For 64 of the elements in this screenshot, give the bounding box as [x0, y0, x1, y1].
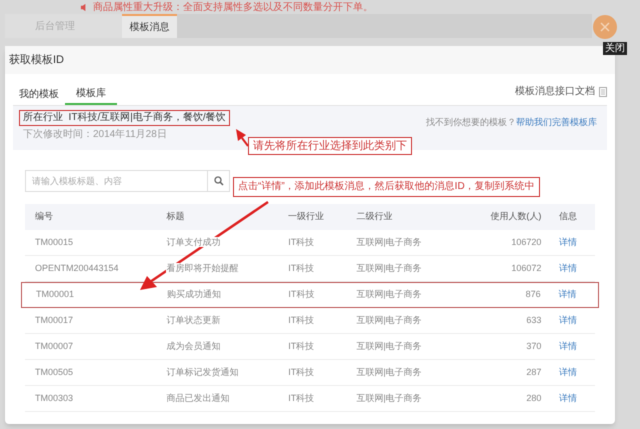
table-cell-text: IT科技 [288, 392, 316, 405]
doc-link[interactable]: 模板消息接口文档 [515, 84, 595, 99]
column-header: 一级行业 [288, 210, 326, 224]
table-cell-text: TM00505 [34, 366, 74, 379]
table-cell-text: IT科技 [288, 340, 316, 353]
table-cell-text: 互联网|电子商务 [356, 262, 423, 275]
table-cell-text: 876 [524, 288, 541, 302]
table-cell: 购买成功通知 [167, 289, 224, 300]
table-cell-text: 互联网|电子商务 [356, 366, 423, 379]
search-button[interactable] [208, 170, 230, 192]
column-header: 标题 [166, 210, 186, 224]
table-cell-text: IT科技 [288, 236, 316, 249]
details-link[interactable]: 详情 [541, 392, 595, 406]
help-text: 找不到你想要的模板？ [426, 116, 516, 129]
next-change-text: 下次修改时间：2014年11月28日 [23, 128, 167, 142]
details-link[interactable]: 详情 [541, 366, 595, 380]
table-cell-text: 280 [525, 392, 542, 405]
table-cell-text: IT科技 [288, 288, 316, 302]
table-cell: 订单状态更新 [166, 314, 222, 325]
table-cell-text: TM00001 [35, 288, 76, 302]
table-cell-text: TM00007 [34, 340, 74, 353]
column-header: 使用人数(人) [489, 210, 542, 224]
top-tab[interactable]: 模板消息 [122, 14, 177, 38]
annotation-callout: 请先将所在行业选择到此类别下 [248, 137, 412, 155]
table-cell-text: 287 [525, 366, 542, 379]
table-cell-text: 互联网|电子商务 [356, 288, 423, 302]
details-link[interactable]: 详情 [541, 314, 595, 328]
help-link[interactable]: 帮助我们完善模板库 [516, 116, 597, 130]
table-cell-text: 633 [525, 314, 542, 327]
table-cell-text: IT科技 [288, 314, 316, 327]
table-cell-text: TM00017 [34, 314, 74, 327]
details-link[interactable]: 详情 [541, 236, 595, 250]
table-cell-text: 370 [525, 340, 542, 353]
document-icon [599, 86, 607, 96]
details-link[interactable]: 详情 [541, 262, 595, 276]
table-cell-text: 互联网|电子商务 [356, 340, 423, 353]
table-cell-text: OPENTM200443154 [34, 262, 120, 275]
table-cell: 订单标记发货通知 [166, 366, 240, 377]
column-header: 二级行业 [356, 210, 394, 224]
table-cell-text: IT科技 [288, 262, 316, 275]
table-cell: 看房即将开始提醒 [166, 262, 240, 273]
table-cell-text: 106072 [510, 262, 542, 275]
table-cell: 商品已发出通知 [166, 392, 232, 403]
table-cell-text: 互联网|电子商务 [356, 392, 423, 405]
table-cell-text: TM00303 [34, 392, 74, 405]
table-cell-text: TM00015 [34, 236, 74, 249]
annotation-callout: 点击“详情”，添加此模板消息，然后获取他的消息ID，复制到系统中 [233, 177, 540, 197]
table-cell-text: 互联网|电子商务 [356, 314, 423, 327]
table-cell-text: IT科技 [288, 366, 316, 379]
notice-text: 商品属性重大升级：全面支持属性多选以及不同数量分开下单。 [93, 0, 373, 14]
details-link[interactable]: 详情 [540, 288, 594, 302]
details-link[interactable]: 详情 [541, 340, 595, 354]
search-icon[interactable] [214, 176, 224, 186]
column-header: 编号 [34, 210, 54, 224]
dialog-tab[interactable]: 我的模板 [13, 83, 65, 105]
close-tooltip: 关闭 [603, 42, 627, 55]
table-cell-text: 106720 [510, 236, 542, 249]
annotation-arrow [236, 129, 249, 147]
industry-text: 所在行业 IT科技/互联网|电子商务，餐饮/餐饮 [19, 110, 230, 126]
table-cell: 成为会员通知 [166, 340, 222, 351]
table-cell-text: 互联网|电子商务 [356, 236, 423, 249]
search-field[interactable]: 请输入模板标题、内容 [25, 170, 208, 192]
table-cell: 订单支付成功 [166, 236, 222, 247]
column-header: 信息 [558, 210, 578, 224]
